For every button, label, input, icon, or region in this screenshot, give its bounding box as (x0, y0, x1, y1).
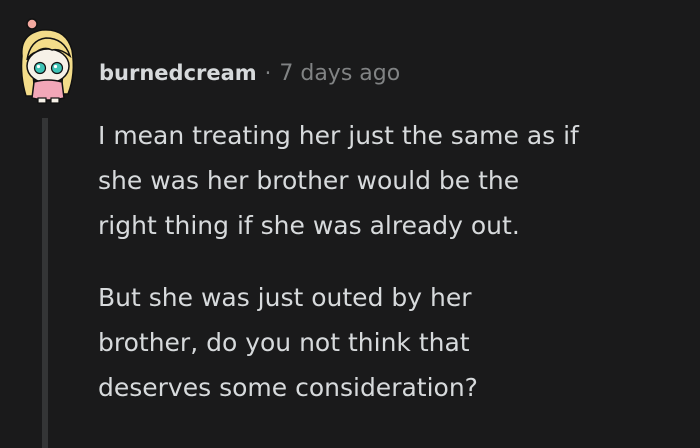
comment-body: I mean treating her just the same as if … (98, 113, 688, 437)
comment-line: brother, do you not think that (98, 328, 470, 357)
comment-line: I mean treating her just the same as if (98, 121, 579, 150)
comment-paragraph: But she was just outed by her brother, d… (98, 275, 688, 410)
comment-timestamp[interactable]: 7 days ago (279, 61, 400, 86)
comment-line: deserves some consideration? (98, 373, 478, 402)
user-avatar[interactable] (14, 16, 84, 104)
comment-line: she was her brother would be the (98, 166, 520, 195)
thread-collapse-line[interactable] (42, 118, 48, 448)
username-link[interactable]: burnedcream (99, 61, 257, 85)
snoo-avatar-blonde-icon (20, 18, 75, 104)
comment-line: right thing if she was already out. (98, 211, 520, 240)
comment: burnedcream · 7 days ago I mean treating… (0, 0, 700, 448)
comment-line: But she was just outed by her (98, 283, 472, 312)
comment-meta: burnedcream · 7 days ago (99, 56, 400, 90)
comment-paragraph: I mean treating her just the same as if … (98, 113, 688, 248)
meta-separator: · (264, 61, 272, 85)
